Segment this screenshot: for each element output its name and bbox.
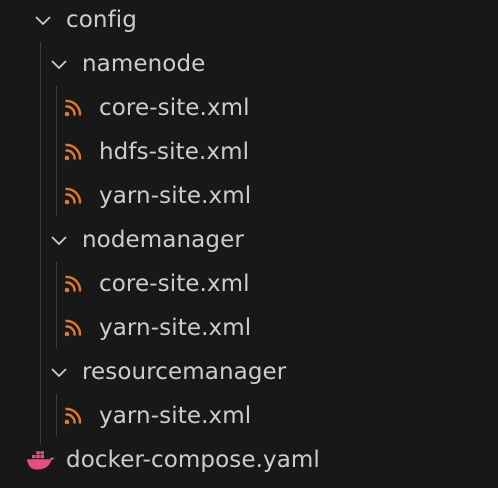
file-namenode-hdfs-site[interactable]: hdfs-site.xml: [0, 130, 498, 174]
chevron-down-icon: [51, 60, 67, 70]
rss-icon: [64, 187, 82, 205]
rss-icon: [64, 319, 82, 337]
chevron-down-icon: [35, 16, 51, 26]
folder-resourcemanager[interactable]: resourcemanager: [0, 350, 498, 394]
rss-icon: [64, 143, 82, 161]
rss-icon: [64, 407, 82, 425]
chevron-down-icon: [51, 368, 67, 378]
file-label: core-site.xml: [99, 271, 250, 297]
file-label: core-site.xml: [99, 95, 250, 121]
file-nodemanager-yarn-site[interactable]: yarn-site.xml: [0, 306, 498, 350]
folder-nodemanager[interactable]: nodemanager: [0, 218, 498, 262]
folder-nodemanager-label: nodemanager: [82, 227, 244, 253]
chevron-down-icon: [51, 236, 67, 246]
file-namenode-yarn-site[interactable]: yarn-site.xml: [0, 174, 498, 218]
rss-icon: [64, 275, 82, 293]
folder-namenode-label: namenode: [82, 51, 206, 77]
folder-resourcemanager-label: resourcemanager: [82, 359, 287, 385]
file-docker-compose[interactable]: docker-compose.yaml: [0, 438, 498, 482]
folder-namenode[interactable]: namenode: [0, 42, 498, 86]
file-label: hdfs-site.xml: [99, 139, 250, 165]
folder-config[interactable]: config: [0, 0, 498, 42]
file-namenode-core-site[interactable]: core-site.xml: [0, 86, 498, 130]
rss-icon: [64, 99, 82, 117]
docker-icon: [27, 451, 55, 470]
file-resourcemanager-yarn-site[interactable]: yarn-site.xml: [0, 394, 498, 438]
folder-config-label: config: [66, 7, 137, 33]
explorer-tree: config namenode core-site.xml hdfs-site.…: [0, 0, 498, 488]
file-nodemanager-core-site[interactable]: core-site.xml: [0, 262, 498, 306]
file-label: yarn-site.xml: [99, 403, 252, 429]
file-label: yarn-site.xml: [99, 315, 252, 341]
file-docker-compose-label: docker-compose.yaml: [66, 447, 320, 473]
file-label: yarn-site.xml: [99, 183, 252, 209]
